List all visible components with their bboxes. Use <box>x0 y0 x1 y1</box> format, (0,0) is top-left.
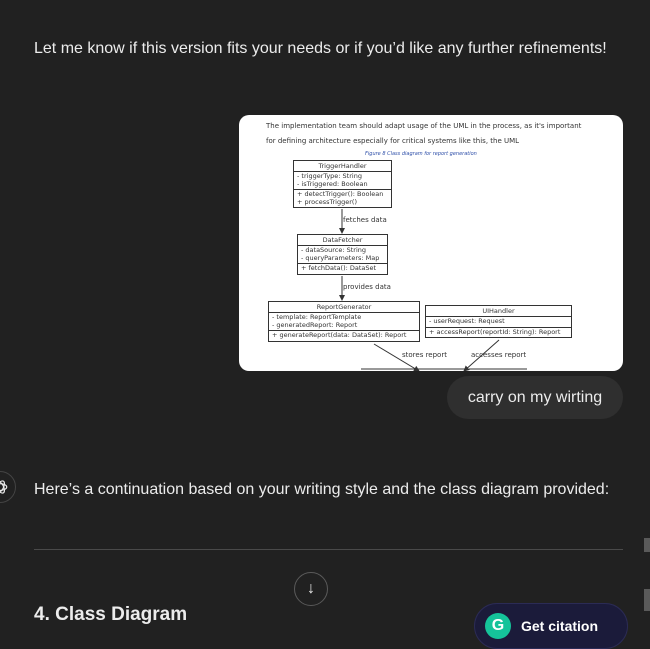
uml-class-triggerhandler: TriggerHandler - triggerType: String - i… <box>293 160 392 208</box>
uml-method: + accessReport(reportId: String): Report <box>429 327 561 336</box>
uml-class-uihandler: UIHandler - userRequest: Request + acces… <box>425 305 572 338</box>
uml-class-name: TriggerHandler <box>294 161 391 172</box>
scroll-to-bottom-button[interactable]: ↓ <box>294 572 328 606</box>
uml-method: + fetchData(): DataSet <box>301 264 377 272</box>
openai-logo-glyph <box>0 480 8 494</box>
uml-attribute: - isTriggered: Boolean <box>297 179 368 188</box>
uml-class-name: DataFetcher <box>298 235 387 246</box>
assistant-reply-intro: Here’s a continuation based on your writ… <box>34 481 610 498</box>
uml-class-reportgenerator: ReportGenerator - template: ReportTempla… <box>268 301 420 342</box>
section-heading: 4. Class Diagram <box>34 604 188 625</box>
uml-attribute: - generatedReport: Report <box>272 320 358 329</box>
openai-logo-icon <box>0 471 16 503</box>
uml-attribute: - userRequest: Request <box>429 317 505 325</box>
uml-class-datafetcher: DataFetcher - dataSource: String - query… <box>297 234 388 275</box>
user-message-bubble: carry on my wirting <box>447 376 623 419</box>
uml-class-name: ReportGenerator <box>269 302 419 313</box>
divider <box>34 549 623 550</box>
assistant-message-text: Let me know if this version fits your ne… <box>34 40 607 57</box>
user-message-text: carry on my wirting <box>467 388 603 406</box>
get-citation-button[interactable]: G Get citation <box>474 603 628 649</box>
uml-method: + processTrigger() <box>297 197 357 206</box>
relation-label-provides: provides data <box>343 283 391 291</box>
relation-label-stores: stores report <box>402 351 447 359</box>
relation-label-fetches: fetches data <box>343 216 387 224</box>
scrollbar-segment[interactable] <box>644 538 650 552</box>
grammarly-logo-icon: G <box>485 613 511 639</box>
uml-attribute: - queryParameters: Map <box>301 253 380 262</box>
get-citation-label: Get citation <box>521 618 599 634</box>
arrow-down-icon: ↓ <box>307 580 315 597</box>
uml-method: + generateReport(data: DataSet): Report <box>272 331 407 339</box>
attached-image[interactable]: The implementation team should adapt usa… <box>239 115 623 371</box>
relation-label-accesses: accesses report <box>471 351 527 359</box>
scrollbar-segment[interactable] <box>644 589 650 611</box>
uml-class-name: UIHandler <box>426 306 571 317</box>
